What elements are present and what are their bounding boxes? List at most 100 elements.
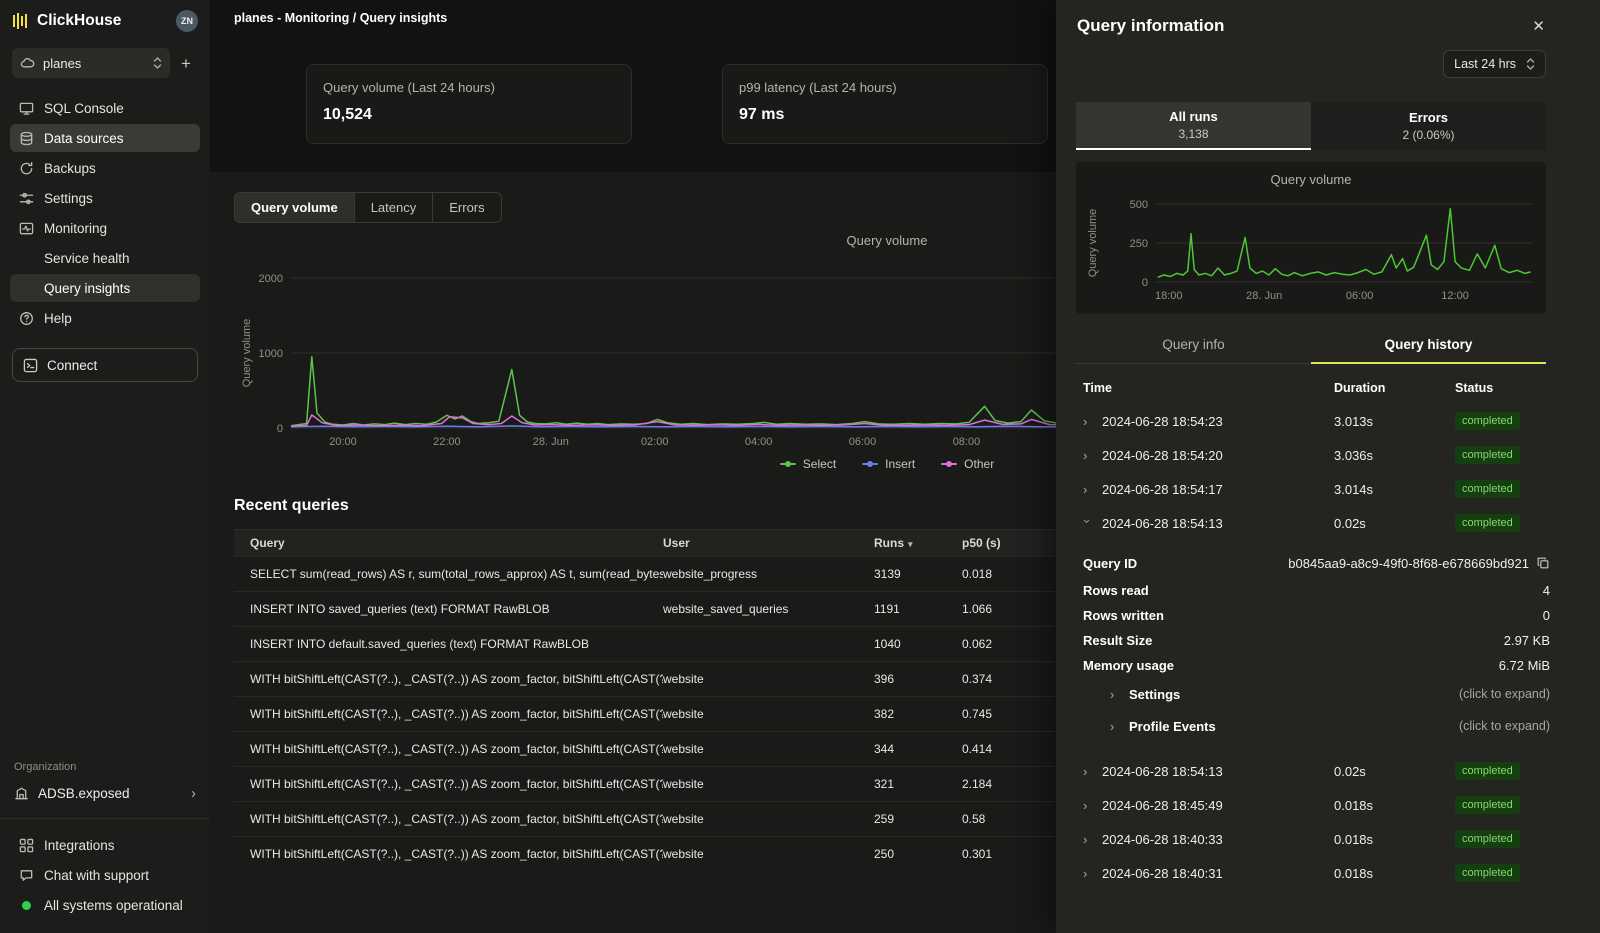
backups-icon <box>18 161 34 176</box>
sidebar-item-label: Chat with support <box>44 868 149 883</box>
tab-errors[interactable]: Errors <box>432 193 500 222</box>
connect-label: Connect <box>47 358 97 373</box>
detail-row-result-size: Result Size2.97 KB <box>1083 628 1550 653</box>
sidebar-item-backups[interactable]: Backups <box>10 154 200 182</box>
sidebar-item-monitoring[interactable]: Monitoring <box>10 214 200 242</box>
chevron-right-icon: › <box>1083 764 1092 779</box>
run-duration: 0.018s <box>1334 798 1455 813</box>
sidebar-item-integrations[interactable]: Integrations <box>10 831 200 859</box>
col-query[interactable]: Query <box>250 536 663 550</box>
history-row[interactable]: ›2024-06-28 18:45:490.018scompleted <box>1083 788 1550 822</box>
add-service-button[interactable]: + <box>174 50 198 76</box>
chevron-right-icon: › <box>1110 687 1119 702</box>
svg-text:12:00: 12:00 <box>1441 290 1469 302</box>
sidebar-item-query-insights[interactable]: Query insights <box>10 274 200 302</box>
user-cell: website <box>663 707 874 721</box>
profile-events-expandable[interactable]: › Profile Events (click to expand) <box>1083 710 1550 742</box>
chevron-updown-icon <box>1526 57 1535 71</box>
sidebar-item-sql-console[interactable]: SQL Console <box>10 94 200 122</box>
service-selector[interactable]: planes <box>12 48 170 78</box>
tab-all-runs[interactable]: All runs 3,138 <box>1076 102 1311 150</box>
query-id-value: b0845aa9-a8c9-49f0-8f68-e678669bd921 <box>1288 556 1529 571</box>
runs-cell: 259 <box>874 812 962 826</box>
settings-expandable[interactable]: › Settings (click to expand) <box>1083 678 1550 710</box>
sidebar-item-label: Integrations <box>44 838 115 853</box>
chevron-right-icon: › <box>1083 798 1092 813</box>
user-cell: website_saved_queries <box>663 602 874 616</box>
legend-label: Insert <box>885 457 915 471</box>
status-badge: completed <box>1455 446 1520 464</box>
sidebar: ClickHouse ZN planes + SQL Console Data s… <box>0 0 210 933</box>
sidebar-item-label: All systems operational <box>44 898 183 913</box>
brand-row: ClickHouse ZN <box>0 0 210 40</box>
cloud-icon <box>20 56 35 71</box>
svg-text:Query volume: Query volume <box>1087 209 1099 277</box>
sidebar-item-settings[interactable]: Settings <box>10 184 200 212</box>
status-badge: completed <box>1455 480 1520 498</box>
sidebar-item-label: Query insights <box>44 281 130 296</box>
sidebar-item-service-health[interactable]: Service health <box>10 244 200 272</box>
copy-icon[interactable] <box>1536 556 1550 570</box>
legend-other[interactable]: Other <box>941 457 994 471</box>
history-row[interactable]: ›2024-06-28 18:54:203.036scompleted <box>1083 438 1550 472</box>
run-duration: 0.018s <box>1334 866 1455 881</box>
stat-card-p99-latency: p99 latency (Last 24 hours) 97 ms <box>722 64 1048 144</box>
tab-query-history[interactable]: Query history <box>1311 328 1546 364</box>
history-header: Time Duration Status <box>1083 372 1550 404</box>
sidebar-item-label: SQL Console <box>44 101 124 116</box>
sidebar-item-label: Settings <box>44 191 93 206</box>
time-range-select[interactable]: Last 24 hrs <box>1443 50 1546 78</box>
query-cell: WITH bitShiftLeft(CAST(?..), _CAST(?..))… <box>250 707 663 721</box>
sidebar-item-help[interactable]: Help <box>10 304 200 332</box>
organization-item[interactable]: ADSB.exposed › <box>0 779 210 808</box>
col-user[interactable]: User <box>663 536 874 550</box>
sidebar-item-label: Backups <box>44 161 96 176</box>
tab-latency[interactable]: Latency <box>354 193 433 222</box>
history-row[interactable]: › 2024-06-28 18:54:13 0.02scompleted <box>1083 754 1550 788</box>
run-time: 2024-06-28 18:54:13 <box>1102 764 1223 779</box>
sidebar-item-chat-with-support[interactable]: Chat with support <box>10 861 200 889</box>
sidebar-item-data-sources[interactable]: Data sources <box>10 124 200 152</box>
sidebar-item-label: Monitoring <box>44 221 107 236</box>
stat-title: p99 latency (Last 24 hours) <box>739 80 1031 95</box>
user-avatar[interactable]: ZN <box>176 10 198 32</box>
query-cell: WITH bitShiftLeft(CAST(?..), _CAST(?..))… <box>250 812 663 826</box>
tab-errors[interactable]: Errors 2 (0.06%) <box>1311 102 1546 150</box>
runs-cell: 3139 <box>874 567 962 581</box>
runs-cell: 396 <box>874 672 962 686</box>
legend-swatch <box>780 463 796 465</box>
history-row[interactable]: ›2024-06-28 18:40:330.018scompleted <box>1083 822 1550 856</box>
user-cell: website_progress <box>663 567 874 581</box>
history-row[interactable]: ›2024-06-28 18:54:173.014scompleted <box>1083 472 1550 506</box>
clickhouse-logo <box>12 12 30 30</box>
legend-select[interactable]: Select <box>780 457 836 471</box>
history-row[interactable]: ›2024-06-28 18:54:233.013scompleted <box>1083 404 1550 438</box>
chevron-right-icon: › <box>1083 414 1092 429</box>
history-col-time: Time <box>1083 381 1334 395</box>
svg-text:18:00: 18:00 <box>1155 290 1183 302</box>
runs-cell: 1040 <box>874 637 962 651</box>
chat-icon <box>18 868 34 883</box>
organization-heading: Organization <box>0 761 210 773</box>
svg-text:28. Jun: 28. Jun <box>533 436 569 448</box>
runs-cell: 344 <box>874 742 962 756</box>
query-cell: WITH bitShiftLeft(CAST(?..), _CAST(?..))… <box>250 847 663 861</box>
col-runs[interactable]: Runs▾ <box>874 536 962 550</box>
chevron-updown-icon <box>153 56 162 70</box>
query-cell: INSERT INTO default.saved_queries (text)… <box>250 637 663 651</box>
status-badge: completed <box>1455 762 1520 780</box>
legend-label: Select <box>803 457 836 471</box>
history-row[interactable]: ›2024-06-28 18:40:310.018scompleted <box>1083 856 1550 890</box>
close-icon[interactable]: ✕ <box>1532 17 1545 35</box>
legend-insert[interactable]: Insert <box>862 457 915 471</box>
time-range-value: Last 24 hrs <box>1454 57 1516 71</box>
connect-button[interactable]: Connect <box>12 348 198 382</box>
legend-label: Other <box>964 457 994 471</box>
building-icon <box>14 786 29 801</box>
history-row[interactable]: ›2024-06-28 18:54:130.02scompleted <box>1083 506 1550 540</box>
tab-query-volume[interactable]: Query volume <box>235 193 354 222</box>
tab-query-info[interactable]: Query info <box>1076 328 1311 363</box>
status-badge: completed <box>1455 796 1520 814</box>
run-duration: 0.02s <box>1334 764 1455 779</box>
sidebar-item-all-systems-operational[interactable]: All systems operational <box>10 891 200 919</box>
